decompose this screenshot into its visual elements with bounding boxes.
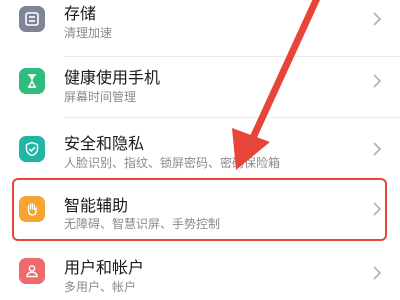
settings-item-subtitle: 屏幕时间管理 [64, 90, 137, 104]
settings-item-title: 安全和隐私 [64, 134, 145, 153]
settings-item-security-privacy[interactable]: 安全和隐私 人脸识别、指纹、锁屏密码、密码保险箱 [0, 118, 400, 176]
shield-check-icon [19, 136, 45, 162]
settings-item-users-accounts[interactable]: 用户和帐户 多用户、帐户 [0, 248, 400, 300]
chevron-right-icon [373, 142, 382, 156]
settings-item-subtitle: 清理加速 [64, 26, 113, 40]
hand-icon [19, 196, 45, 222]
user-icon [19, 258, 45, 284]
settings-screen: 存储 清理加速 健康使用手机 屏幕时间管理 安全和隐私 人脸识别、指纹、锁屏密码… [0, 0, 400, 300]
hourglass-icon [19, 68, 45, 94]
settings-item-subtitle: 无障碍、智慧识屏、手势控制 [64, 217, 221, 231]
chevron-right-icon [373, 202, 382, 216]
settings-item-digital-balance[interactable]: 健康使用手机 屏幕时间管理 [0, 50, 400, 108]
settings-item-title: 用户和帐户 [64, 258, 145, 277]
chevron-right-icon [373, 74, 382, 88]
settings-item-title: 存储 [64, 4, 97, 23]
settings-item-title: 智能辅助 [64, 196, 129, 215]
chevron-right-icon [373, 12, 382, 26]
settings-item-smart-assistance[interactable]: 智能辅助 无障碍、智慧识屏、手势控制 [0, 180, 400, 238]
chevron-right-icon [373, 266, 382, 280]
settings-item-subtitle: 多用户、帐户 [64, 280, 137, 294]
settings-item-subtitle: 人脸识别、指纹、锁屏密码、密码保险箱 [64, 156, 281, 170]
settings-item-storage[interactable]: 存储 清理加速 [0, 0, 400, 48]
settings-item-title: 健康使用手机 [64, 68, 161, 87]
storage-icon [19, 6, 45, 32]
